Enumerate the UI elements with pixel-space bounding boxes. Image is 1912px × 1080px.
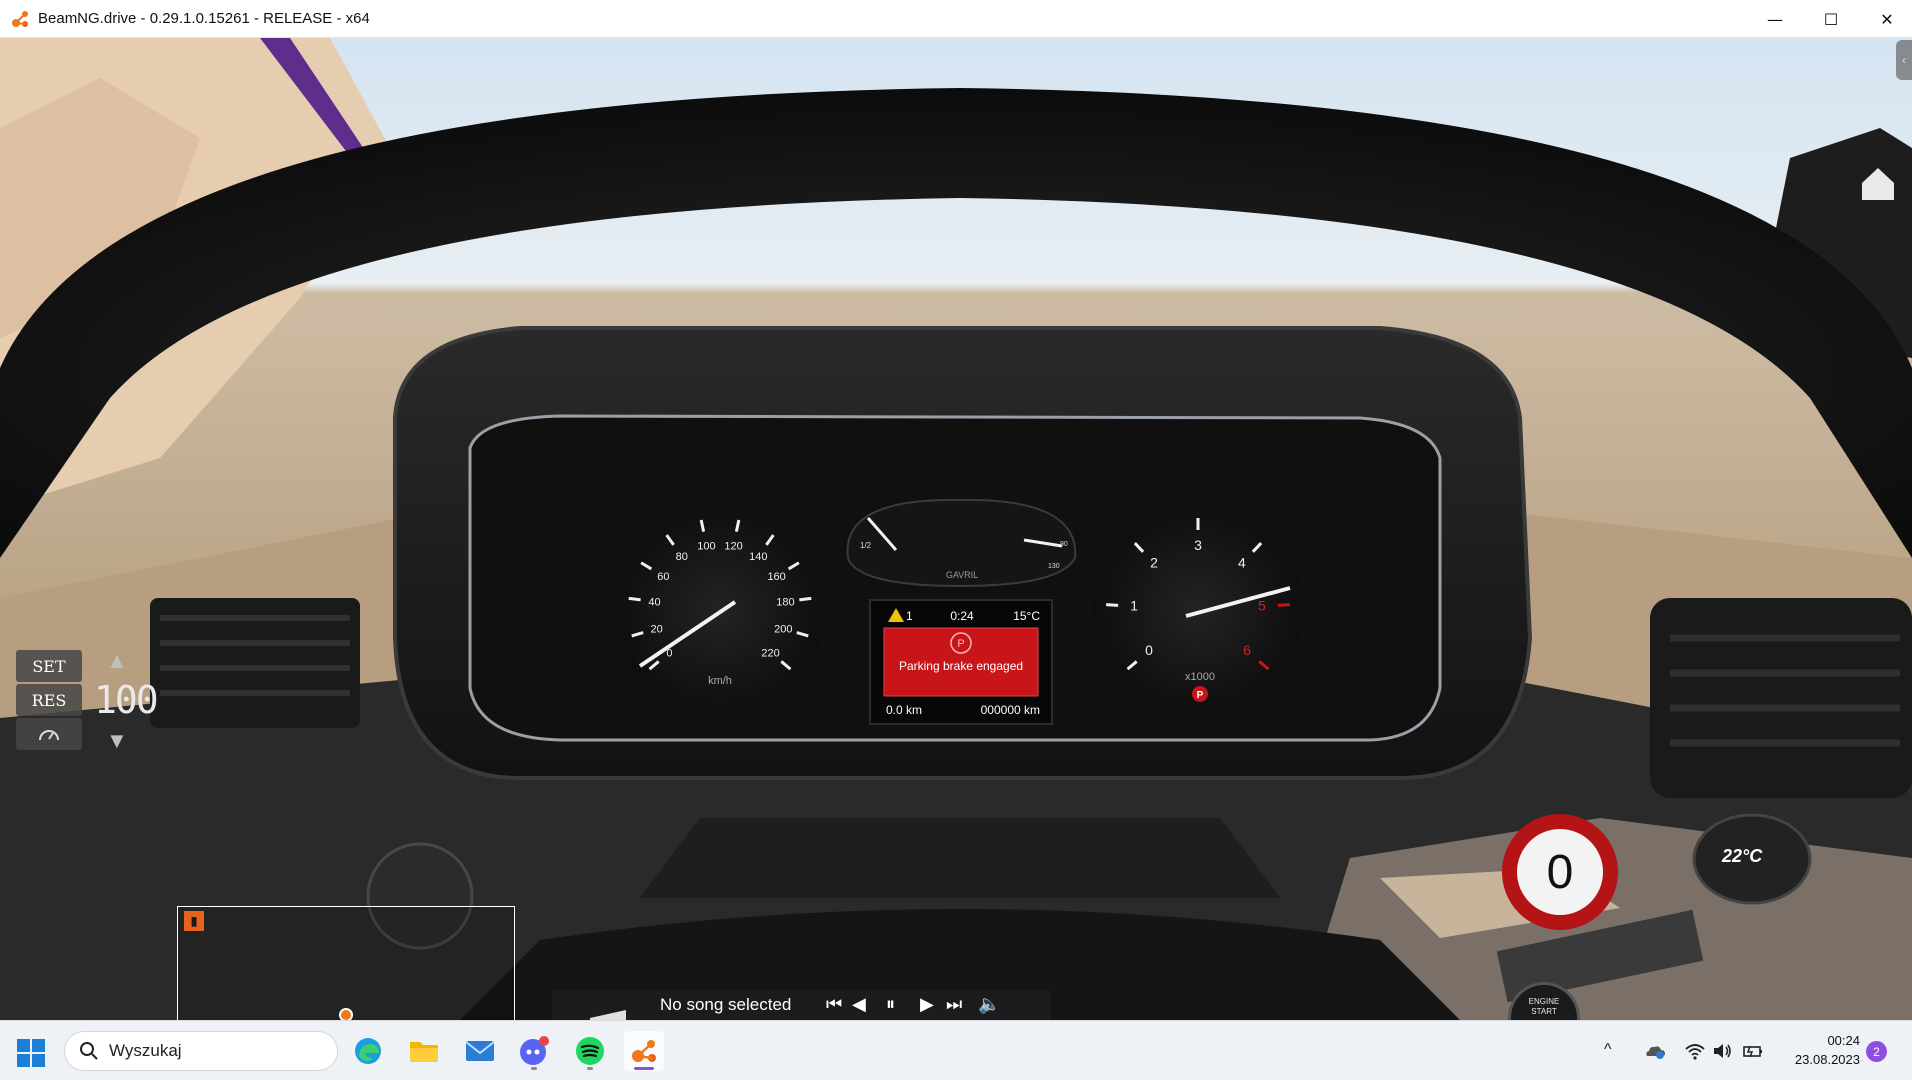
svg-text:P: P <box>1197 690 1204 701</box>
spotify-icon <box>576 1037 604 1065</box>
cruise-set-button[interactable]: SET <box>16 650 82 682</box>
notification-badge[interactable]: 2 <box>1866 1041 1887 1062</box>
gauge-tick-label: 40 <box>648 597 660 609</box>
window-title: BeamNG.drive - 0.29.1.0.15261 - RELEASE … <box>38 10 370 27</box>
gauge-tick-label: 120 <box>724 540 742 552</box>
cruise-res-button[interactable]: RES <box>16 684 82 716</box>
app-window: BeamNG.drive - 0.29.1.0.15261 - RELEASE … <box>0 0 1912 1080</box>
speedo-unit: km/h <box>708 675 732 687</box>
steering-column <box>640 818 1280 898</box>
gauge-tick-label: 0 <box>1145 642 1153 658</box>
gauge-tick-label: 1 <box>1130 597 1138 613</box>
cruise-up-arrow[interactable]: ▲ <box>106 648 128 674</box>
music-player[interactable]: No song selected ⏮ ◀ ⏸ ▶ ⏭ 🔈 <box>552 990 1050 1020</box>
svg-text:90: 90 <box>1060 541 1068 548</box>
beamng-app-button[interactable] <box>624 1031 664 1071</box>
gauge-tick-label: 100 <box>697 540 715 552</box>
gauge-tick-label: 6 <box>1243 642 1251 658</box>
gauge-tick-label: 140 <box>749 551 767 563</box>
mail-icon <box>465 1041 495 1061</box>
svg-text:0:24: 0:24 <box>950 609 974 623</box>
speedometer-icon <box>39 730 59 741</box>
gauge-tick-label: 60 <box>657 571 669 583</box>
tray-chevron-icon[interactable]: ^ <box>1604 1041 1612 1059</box>
edge-icon <box>355 1038 381 1064</box>
gauge-tick <box>1277 603 1290 607</box>
close-button[interactable]: ✕ <box>1858 0 1912 38</box>
minimize-button[interactable]: — <box>1746 0 1804 38</box>
start-button[interactable] <box>16 1038 46 1068</box>
next-icon[interactable]: ▶ <box>920 994 934 1015</box>
gauge-tick-label: 220 <box>761 647 779 659</box>
cluster-brand: GAVRIL <box>946 570 978 580</box>
taskbar: Wyszukaj ^ 00:24 23.08.2023 2 <box>0 1020 1912 1080</box>
gauge-tick-label: 200 <box>774 624 792 636</box>
onedrive-icon[interactable] <box>1644 1041 1666 1061</box>
gauge-tick-label: 3 <box>1194 537 1202 553</box>
title-bar[interactable]: BeamNG.drive - 0.29.1.0.15261 - RELEASE … <box>0 0 1912 38</box>
gauge-tick <box>1106 603 1119 607</box>
album-art-icon <box>590 1010 626 1020</box>
cruise-speed-readout: 100 <box>94 678 159 722</box>
pause-icon[interactable]: ⏸ <box>886 994 895 1015</box>
gauge-tick-label: 160 <box>767 571 785 583</box>
svg-text:P: P <box>957 638 964 650</box>
maximize-button[interactable]: ☐ <box>1802 0 1860 38</box>
svg-text:15°C: 15°C <box>1013 609 1040 623</box>
spotify-app-button[interactable] <box>570 1031 610 1071</box>
cruise-toggle-button[interactable] <box>16 718 82 750</box>
side-panel-toggle[interactable]: ‹ <box>1896 40 1912 80</box>
previous-icon[interactable]: ◀ <box>852 994 866 1015</box>
battery-icon[interactable] <box>1742 1041 1764 1061</box>
clock-date: 23.08.2023 <box>1794 1052 1860 1067</box>
volume-tray-icon[interactable] <box>1712 1041 1734 1061</box>
gauge-tick-label: 80 <box>676 551 688 563</box>
gauge-tick-label: 180 <box>776 597 794 609</box>
beamng-icon <box>632 1040 656 1062</box>
mail-app-button[interactable] <box>460 1031 500 1071</box>
trip-readout: 0.0 km <box>886 703 922 717</box>
map-icon[interactable]: ▮ <box>184 911 204 931</box>
beamng-logo-icon <box>12 10 28 27</box>
tacho-unit: x1000 <box>1185 671 1215 683</box>
car-interior-scene: km/h x1000 P 1/2 90 130 GAVRIL 1 0:24 15… <box>0 38 1912 1020</box>
edge-app-button[interactable] <box>348 1031 388 1071</box>
gauge-tick-label: 2 <box>1150 554 1158 570</box>
odometer-readout: 000000 km <box>981 703 1040 717</box>
climate-temp-label: 22°C <box>1722 846 1763 866</box>
folder-icon <box>410 1042 438 1062</box>
gauge-tick-label: 0 <box>666 647 672 659</box>
cruise-down-arrow[interactable]: ▼ <box>106 728 128 754</box>
taskbar-search[interactable]: Wyszukaj <box>64 1031 338 1071</box>
svg-text:1/2: 1/2 <box>860 541 872 550</box>
file-explorer-app-button[interactable] <box>404 1031 444 1071</box>
discord-icon <box>520 1036 549 1065</box>
gauge-tick-label: 4 <box>1238 554 1246 570</box>
speed-limit-sign: 0 <box>1502 814 1618 930</box>
rewind-icon[interactable]: ⏮ <box>826 994 842 1015</box>
warning-message: Parking brake engaged <box>899 659 1023 673</box>
song-title: No song selected <box>660 995 792 1014</box>
gauge-tick <box>628 596 641 602</box>
gauge-tick-label: 20 <box>651 624 663 636</box>
gauge-tick-label: 5 <box>1258 597 1266 613</box>
game-viewport[interactable]: km/h x1000 P 1/2 90 130 GAVRIL 1 0:24 15… <box>0 38 1912 1020</box>
clock-time: 00:24 <box>1827 1033 1860 1048</box>
skip-forward-icon[interactable]: ⏭ <box>946 994 962 1015</box>
search-icon <box>80 1042 98 1060</box>
wifi-icon[interactable] <box>1684 1041 1706 1061</box>
system-clock[interactable]: 00:24 23.08.2023 <box>1776 1031 1860 1069</box>
svg-text:1: 1 <box>906 609 913 623</box>
volume-icon[interactable]: 🔈 <box>978 994 1000 1015</box>
player-position-marker <box>339 1008 353 1020</box>
search-placeholder: Wyszukaj <box>109 1041 182 1060</box>
minimap[interactable]: ▮ <box>177 906 515 1020</box>
gauge-tick <box>799 596 812 602</box>
discord-app-button[interactable] <box>514 1031 554 1071</box>
svg-text:130: 130 <box>1048 563 1060 570</box>
